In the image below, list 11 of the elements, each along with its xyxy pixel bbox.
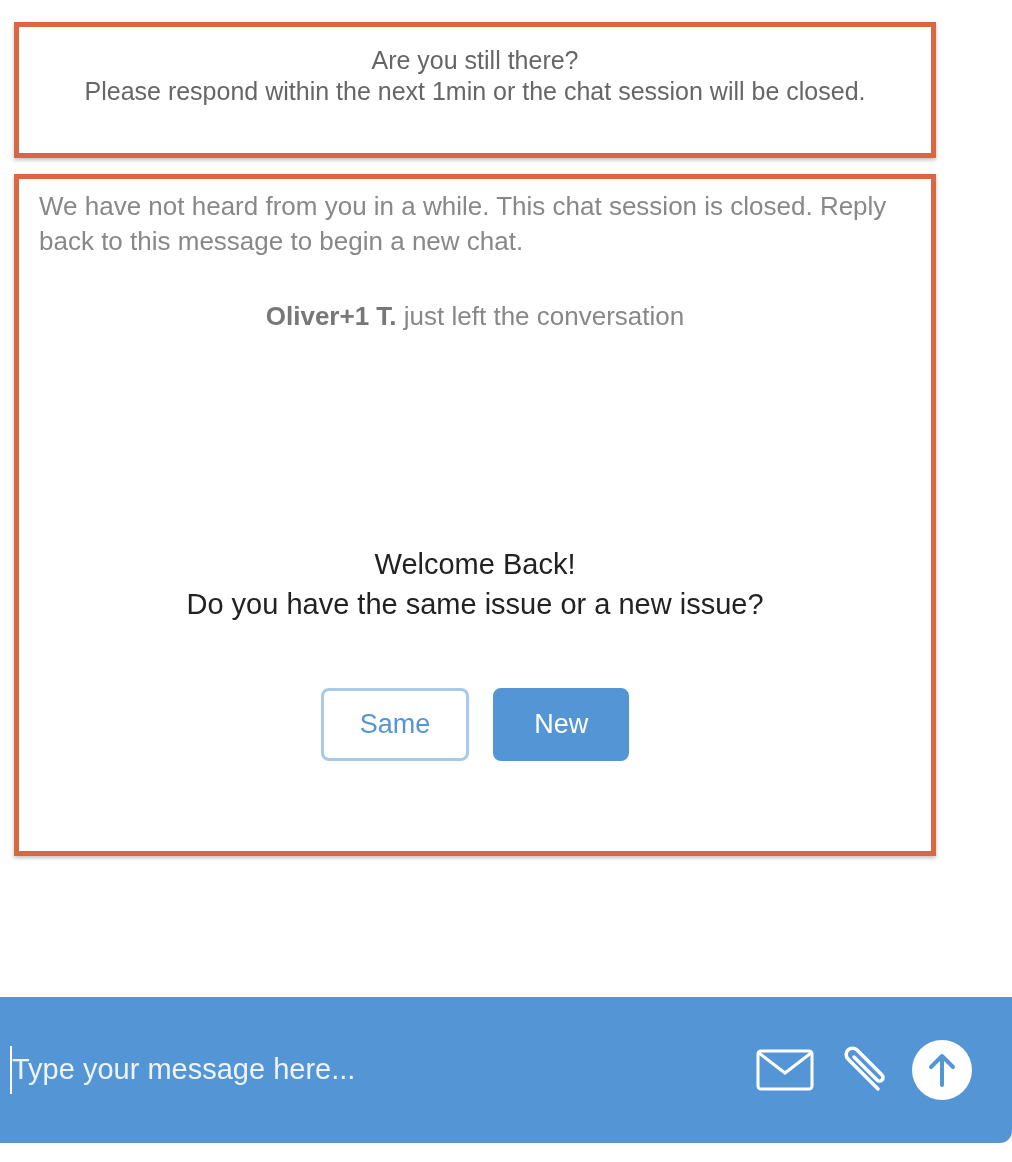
prompt-title: Welcome Back! <box>373 547 577 582</box>
warning-title: Are you still there? <box>370 45 580 76</box>
send-icon[interactable] <box>912 1040 972 1100</box>
event-message: Oliver+1 T. just left the conversation <box>264 300 686 333</box>
same-button[interactable]: Same <box>320 688 470 761</box>
system-message: We have not heard from you in a while. This chat session is closed. Reply back to this message to begin a new chat. <box>39 190 888 258</box>
message-input[interactable]: Type your message here... <box>10 1046 610 1094</box>
warning-text: Please respond within the next 1min or the chat session will be closed. <box>83 76 867 107</box>
prompt-question: Do you have the same issue or a new issue? <box>185 587 765 622</box>
new-button[interactable]: New <box>493 688 630 761</box>
envelope-icon[interactable] <box>756 1049 814 1091</box>
